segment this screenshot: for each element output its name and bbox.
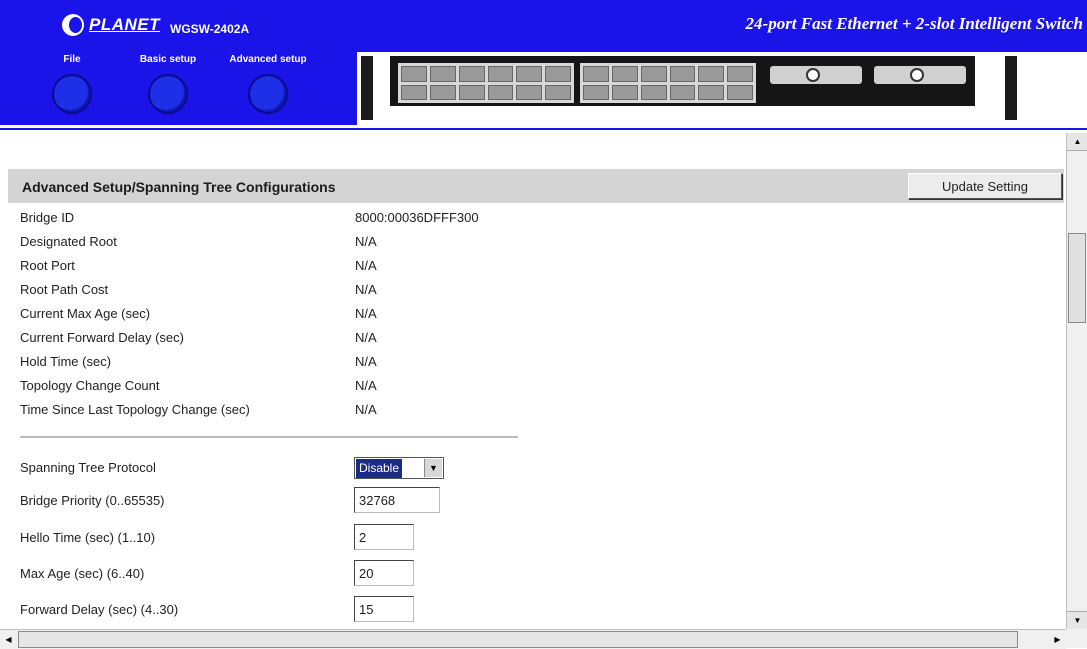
status-label: Root Port bbox=[20, 258, 75, 273]
vertical-scrollbar[interactable]: ▲ ▼ bbox=[1066, 133, 1087, 629]
vertical-scroll-thumb[interactable] bbox=[1068, 233, 1086, 323]
planet-logo-icon bbox=[62, 14, 84, 36]
section-divider bbox=[20, 436, 518, 438]
status-value: N/A bbox=[355, 330, 377, 345]
horizontal-scroll-thumb[interactable] bbox=[18, 631, 1018, 648]
status-label: Designated Root bbox=[20, 234, 117, 249]
scroll-left-arrow-icon[interactable]: ◀ bbox=[0, 630, 17, 649]
status-label: Current Forward Delay (sec) bbox=[20, 330, 184, 345]
status-value: N/A bbox=[355, 282, 377, 297]
bridge-priority-input[interactable] bbox=[354, 487, 440, 513]
hello-time-input[interactable] bbox=[354, 524, 414, 550]
menu-advanced-setup-label: Advanced setup bbox=[229, 54, 307, 65]
status-value: N/A bbox=[355, 234, 377, 249]
stp-select[interactable]: Disable ▼ bbox=[354, 457, 444, 479]
update-setting-button[interactable]: Update Setting bbox=[908, 173, 1062, 199]
menu-basic-setup-circle-icon[interactable] bbox=[148, 74, 188, 114]
menu-basic-setup-label: Basic setup bbox=[139, 54, 197, 65]
status-value: N/A bbox=[355, 378, 377, 393]
horizontal-scrollbar[interactable]: ◀ ▶ bbox=[0, 629, 1066, 649]
forward-delay-input[interactable] bbox=[354, 596, 414, 622]
hello-time-label: Hello Time (sec) (1..10) bbox=[20, 530, 156, 545]
scroll-up-arrow-icon[interactable]: ▲ bbox=[1067, 133, 1087, 151]
title-bar: PLANET WGSW-2402A 24-port Fast Ethernet … bbox=[0, 0, 1087, 52]
content-frame: Advanced Setup/Spanning Tree Configurati… bbox=[0, 133, 1066, 629]
switch-port-panel-icon bbox=[390, 56, 975, 106]
model-name: WGSW-2402A bbox=[170, 22, 250, 36]
max-age-label: Max Age (sec) (6..40) bbox=[20, 566, 145, 581]
scrollbar-corner bbox=[1066, 629, 1087, 648]
product-title: 24-port Fast Ethernet + 2-slot Intellige… bbox=[745, 14, 1083, 33]
expansion-slot-2 bbox=[874, 66, 966, 84]
menu-basic-setup[interactable]: Basic setup bbox=[128, 52, 208, 114]
scroll-right-arrow-icon[interactable]: ▶ bbox=[1049, 630, 1066, 649]
header-divider bbox=[0, 128, 1087, 130]
menu-advanced-setup[interactable]: Advanced setup bbox=[218, 52, 318, 114]
switch-panel-strip bbox=[357, 52, 1087, 125]
section-title-bar: Advanced Setup/Spanning Tree Configurati… bbox=[8, 169, 1064, 203]
main-menu: File Basic setup Advanced setup bbox=[0, 52, 357, 125]
status-value: N/A bbox=[355, 354, 377, 369]
status-value: N/A bbox=[355, 306, 377, 321]
page-title: Advanced Setup/Spanning Tree Configurati… bbox=[22, 179, 336, 195]
forward-delay-label: Forward Delay (sec) (4..30) bbox=[20, 602, 179, 617]
menu-file-label: File bbox=[63, 54, 81, 65]
bridge-priority-label: Bridge Priority (0..65535) bbox=[20, 493, 165, 508]
scroll-down-arrow-icon[interactable]: ▼ bbox=[1067, 611, 1087, 629]
port-block-2 bbox=[580, 63, 756, 103]
menu-advanced-setup-circle-icon[interactable] bbox=[248, 74, 288, 114]
status-value: N/A bbox=[355, 258, 377, 273]
panel-bracket-left bbox=[361, 56, 373, 120]
status-label: Topology Change Count bbox=[20, 378, 160, 393]
menu-file[interactable]: File bbox=[52, 52, 92, 114]
status-label: Root Path Cost bbox=[20, 282, 109, 297]
stp-selected-value: Disable bbox=[356, 459, 403, 478]
status-label: Bridge ID bbox=[20, 210, 75, 225]
status-label: Hold Time (sec) bbox=[20, 354, 112, 369]
max-age-input[interactable] bbox=[354, 560, 414, 586]
status-value: 8000:00036DFFF300 bbox=[355, 210, 479, 225]
panel-bracket-right bbox=[1005, 56, 1017, 120]
stp-label: Spanning Tree Protocol bbox=[20, 460, 156, 475]
status-label: Time Since Last Topology Change (sec) bbox=[20, 402, 250, 417]
expansion-slot-1 bbox=[770, 66, 862, 84]
dropdown-arrow-icon[interactable]: ▼ bbox=[424, 459, 442, 477]
brand-name: PLANET bbox=[89, 15, 160, 34]
menu-file-circle-icon[interactable] bbox=[52, 74, 92, 114]
status-value: N/A bbox=[355, 402, 377, 417]
status-label: Current Max Age (sec) bbox=[20, 306, 151, 321]
planet-logo: PLANET WGSW-2402A bbox=[62, 10, 249, 40]
app-header: PLANET WGSW-2402A 24-port Fast Ethernet … bbox=[0, 0, 1087, 133]
port-block-1 bbox=[398, 63, 574, 103]
